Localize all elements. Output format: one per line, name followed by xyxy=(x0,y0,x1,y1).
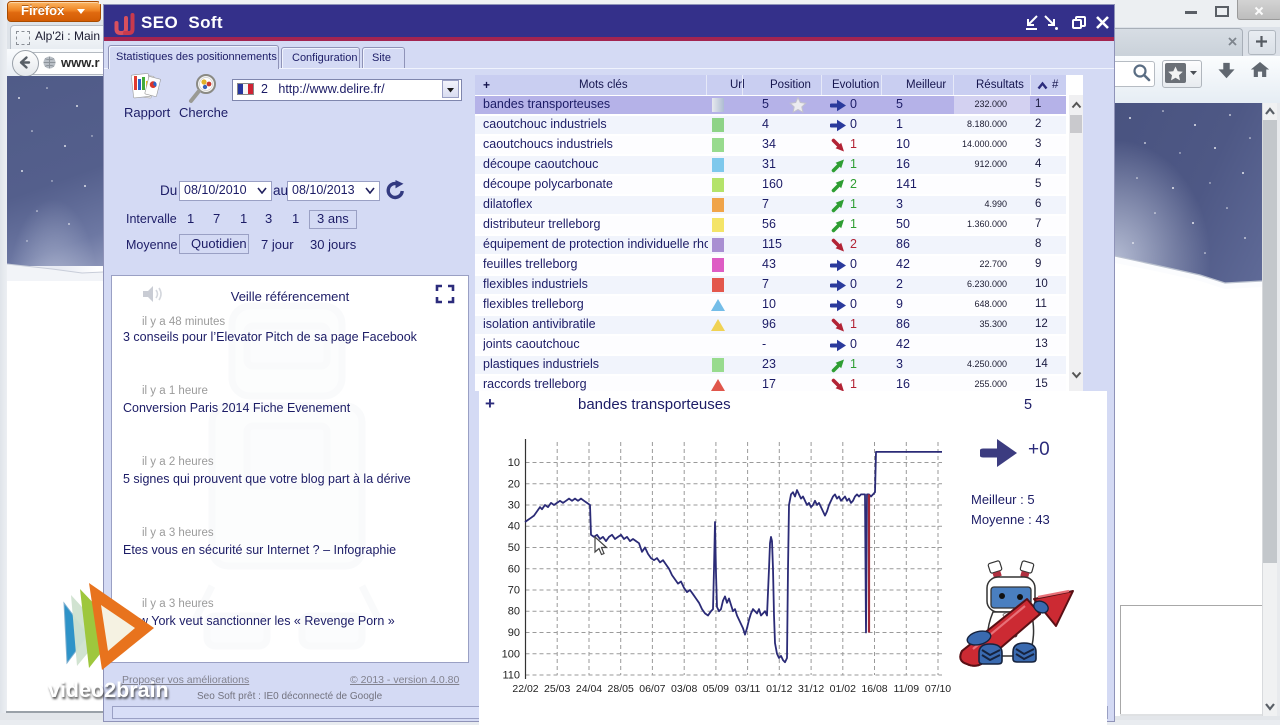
svg-text:100: 100 xyxy=(502,648,520,660)
svg-text:16/08: 16/08 xyxy=(861,683,887,695)
svg-text:25/03: 25/03 xyxy=(544,683,570,695)
svg-text:24/04: 24/04 xyxy=(576,683,602,695)
svg-text:40: 40 xyxy=(508,521,520,533)
svg-text:01/12: 01/12 xyxy=(766,683,792,695)
svg-text:05/09: 05/09 xyxy=(703,683,729,695)
svg-text:30: 30 xyxy=(508,500,520,512)
svg-text:50: 50 xyxy=(508,542,520,554)
svg-text:11/09: 11/09 xyxy=(894,683,920,695)
svg-text:03/11: 03/11 xyxy=(735,683,761,695)
svg-text:60: 60 xyxy=(508,563,520,575)
svg-text:07/10: 07/10 xyxy=(925,683,951,695)
svg-text:80: 80 xyxy=(508,606,520,618)
svg-text:90: 90 xyxy=(508,627,520,639)
svg-text:70: 70 xyxy=(508,585,520,597)
svg-text:06/07: 06/07 xyxy=(639,683,665,695)
svg-text:03/08: 03/08 xyxy=(671,683,697,695)
svg-text:110: 110 xyxy=(502,670,520,682)
svg-text:20: 20 xyxy=(508,478,520,490)
svg-text:video2brain: video2brain xyxy=(48,678,169,702)
svg-text:01/02: 01/02 xyxy=(830,683,856,695)
svg-text:31/12: 31/12 xyxy=(798,683,824,695)
svg-text:22/02: 22/02 xyxy=(512,683,538,695)
svg-text:28/05: 28/05 xyxy=(608,683,634,695)
svg-text:10: 10 xyxy=(508,457,520,469)
